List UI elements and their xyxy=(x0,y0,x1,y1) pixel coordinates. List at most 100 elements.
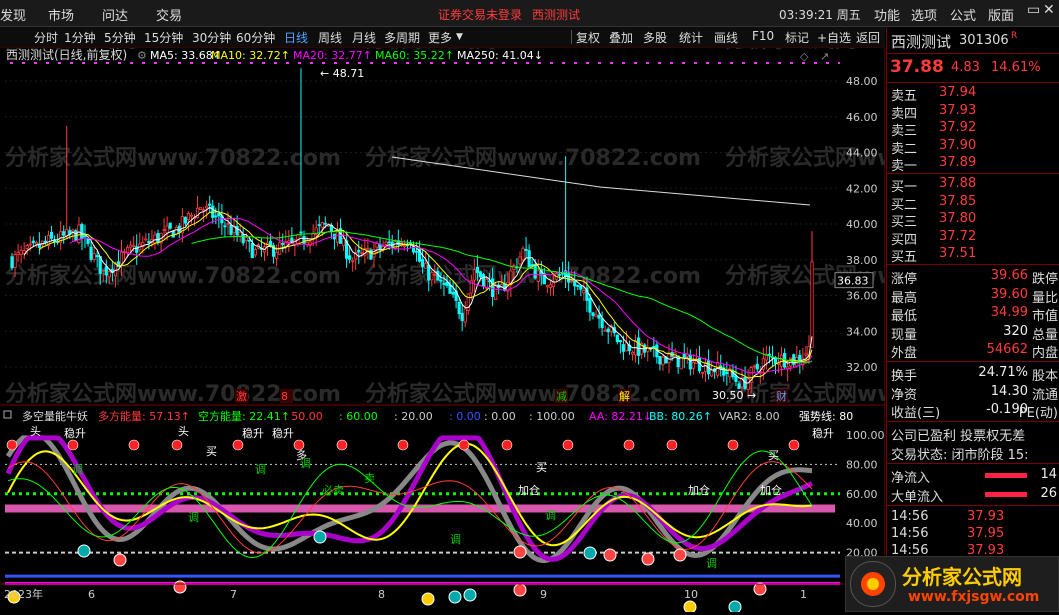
candle-body xyxy=(214,215,218,218)
tab-period-month[interactable]: 月线 xyxy=(352,29,376,46)
chevron-down-icon[interactable]: ▼ xyxy=(456,32,463,42)
menu-function[interactable]: 功能 xyxy=(874,5,900,24)
stat-row[interactable]: 最高 39.60 量比 xyxy=(887,287,1059,306)
stat2-row[interactable]: 换手 24.71% 股本 xyxy=(887,365,1059,384)
tab-period-more[interactable]: 更多 xyxy=(428,29,452,46)
tick-row[interactable]: 14:56 37.93 xyxy=(887,509,1059,526)
menu-layout[interactable]: 版面 xyxy=(988,5,1014,24)
candle-body xyxy=(804,353,808,356)
price-axis-label: 32.00 xyxy=(846,361,878,374)
candle-body xyxy=(186,213,191,221)
sell-ball-icon xyxy=(463,588,477,602)
candle-body xyxy=(679,357,683,370)
date-axis-label: 2023年 xyxy=(4,587,43,601)
close-icon[interactable]: ✕ xyxy=(1043,2,1055,18)
candle-body xyxy=(183,216,187,224)
menu-market[interactable]: 市场 xyxy=(48,5,74,24)
bid-price: 37.88 xyxy=(939,176,977,191)
menu-trade[interactable]: 交易 xyxy=(156,5,182,24)
candle-body xyxy=(676,355,680,368)
indicator-word: 调 xyxy=(545,509,556,522)
tab-period-day[interactable]: 日线 xyxy=(284,29,308,46)
bid-row[interactable]: 买五 37.51 xyxy=(887,246,1059,265)
ask-row[interactable]: 卖五 37.94 xyxy=(887,85,1059,104)
candle-body xyxy=(162,229,166,232)
stat2-row[interactable]: 净资 14.30 流通 xyxy=(887,384,1059,403)
candle-body xyxy=(83,235,87,238)
btn-stats[interactable]: 统计 xyxy=(679,29,703,46)
btn-draw[interactable]: 画线 xyxy=(714,29,738,46)
chart-area[interactable]: 分析家公式网www.70822.com 分析家公式网www.70822.com 分析… xyxy=(0,27,1059,614)
buy-ball-icon xyxy=(513,583,527,597)
indicator-label: : 60.00 xyxy=(339,410,378,423)
candle-body xyxy=(545,285,549,288)
tab-period-week[interactable]: 周线 xyxy=(318,29,342,46)
candle-body xyxy=(460,312,464,322)
menu-formula[interactable]: 公式 xyxy=(950,5,976,24)
aa-thick-line xyxy=(5,435,813,563)
candle-body xyxy=(491,278,495,298)
tab-period-5min[interactable]: 5分钟 xyxy=(104,29,136,46)
candle-body xyxy=(588,298,592,313)
candle-body xyxy=(424,263,428,269)
ask-label: 卖三 xyxy=(891,124,918,139)
stat-row[interactable]: 现量 320 总量 xyxy=(887,324,1059,343)
bid-row[interactable]: 买三 37.80 xyxy=(887,211,1059,230)
candle-body xyxy=(463,308,467,323)
company-info: 公司已盈利 投票权无差 xyxy=(891,429,1026,444)
kline-chart[interactable]: 分析家公式网www.70822.com 分析家公式网www.70822.com 分析… xyxy=(0,27,1059,614)
minimize-icon[interactable]: ▭ xyxy=(1027,2,1040,18)
stat-row[interactable]: 最低 34.99 市值 xyxy=(887,305,1059,324)
btn-f10[interactable]: F10 xyxy=(752,29,774,43)
indicator-word: 稳升 xyxy=(64,426,86,440)
btn-multi-stock[interactable]: 多股 xyxy=(643,29,667,46)
bid-row[interactable]: 买四 37.72 xyxy=(887,229,1059,248)
btn-overlay[interactable]: 叠加 xyxy=(609,29,633,46)
candle-body xyxy=(597,315,601,319)
period-toolbar: 分时 1分钟 5分钟 15分钟 30分钟 60分钟 日线 周线 月线 多周期 更… xyxy=(0,27,885,48)
candle-body xyxy=(49,231,54,239)
tick-row[interactable]: 14:56 37.95 xyxy=(887,526,1059,543)
tab-period-15min[interactable]: 15分钟 xyxy=(144,29,183,46)
stat-row[interactable]: 外盘 54662 内盘 xyxy=(887,342,1059,361)
sell-ball-icon xyxy=(728,600,742,614)
ask-row[interactable]: 卖四 37.93 xyxy=(887,103,1059,122)
ask-row[interactable]: 卖三 37.92 xyxy=(887,120,1059,139)
candle-body xyxy=(281,243,285,245)
bid-row[interactable]: 买一 37.88 xyxy=(887,176,1059,195)
menu-wenda[interactable]: 问达 xyxy=(102,5,128,24)
btn-fuquan[interactable]: 复权 xyxy=(576,29,600,46)
btn-back[interactable]: 返回 xyxy=(856,29,880,46)
flow-row[interactable]: 净流入 14 xyxy=(887,467,1059,486)
stat-label: 最高 xyxy=(891,290,918,306)
candle-body xyxy=(536,270,540,282)
btn-mark[interactable]: 标记 xyxy=(785,29,809,46)
flow-value: 26 xyxy=(1040,485,1057,501)
indicator-word: 头 xyxy=(30,425,41,438)
signal-dot xyxy=(6,439,18,451)
tab-period-multi[interactable]: 多周期 xyxy=(384,29,420,46)
stat2-row[interactable]: 收益(三) -0.190 PE(动) xyxy=(887,402,1059,421)
tab-period-fenshi[interactable]: 分时 xyxy=(34,29,58,46)
chart-title: 西测测试(日线,前复权) xyxy=(6,47,127,62)
menu-discover[interactable]: 发现 xyxy=(0,5,26,24)
bid-row[interactable]: 买二 37.85 xyxy=(887,194,1059,213)
candle-body xyxy=(71,229,75,232)
candle-body xyxy=(512,265,516,270)
candle-body xyxy=(810,261,814,348)
tab-period-30min[interactable]: 30分钟 xyxy=(192,29,231,46)
stat-row[interactable]: 涨停 39.66 跌停 xyxy=(887,268,1059,287)
candle-body xyxy=(688,354,692,370)
signal-dot xyxy=(232,439,244,451)
flow-row[interactable]: 大单流入 26 xyxy=(887,485,1059,505)
btn-add-watch[interactable]: +自选 xyxy=(817,29,851,46)
ask-row[interactable]: 卖一 37.89 xyxy=(887,155,1059,174)
login-notice[interactable]: 证券交易未登录 xyxy=(438,6,522,23)
caution-ball-icon xyxy=(683,600,697,614)
ask-row[interactable]: 卖二 37.90 xyxy=(887,138,1059,157)
candle-body xyxy=(25,245,29,249)
logo-emblem-icon xyxy=(850,561,896,607)
tab-period-1min[interactable]: 1分钟 xyxy=(64,29,96,46)
menu-options[interactable]: 选项 xyxy=(911,5,937,24)
tab-period-60min[interactable]: 60分钟 xyxy=(236,29,275,46)
